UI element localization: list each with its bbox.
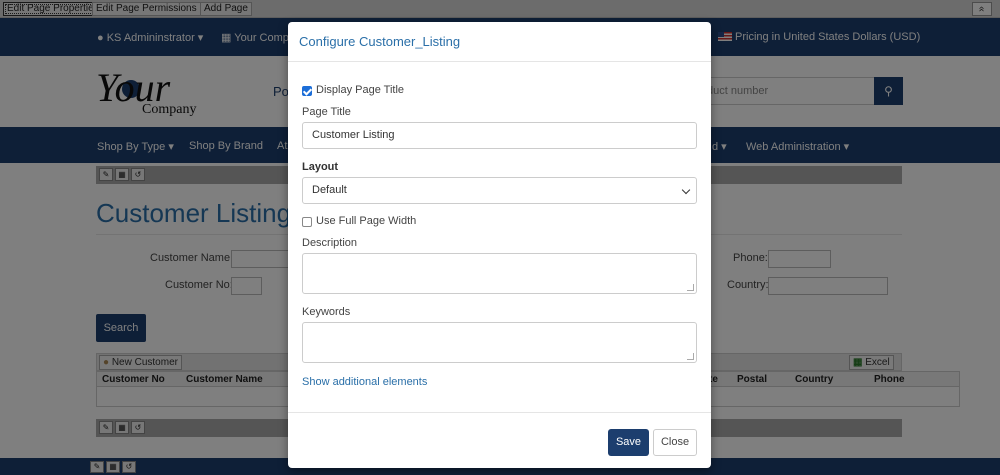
display-page-title-checkbox[interactable]: [302, 86, 312, 96]
display-page-title-label[interactable]: Display Page Title: [316, 84, 404, 96]
dialog-header: Configure Customer_Listing: [288, 22, 711, 62]
page-title-label: Page Title: [302, 106, 351, 118]
page-title-input[interactable]: Customer Listing: [302, 122, 697, 149]
save-button[interactable]: Save: [608, 429, 649, 456]
dialog-title: Configure Customer_Listing: [299, 34, 461, 49]
description-label: Description: [302, 237, 358, 249]
chevron-down-icon: [681, 185, 691, 195]
layout-select[interactable]: Default: [302, 177, 697, 204]
layout-selected-value: Default: [312, 184, 347, 196]
use-full-page-width-label[interactable]: Use Full Page Width: [316, 215, 416, 227]
dialog-footer: Save Close: [288, 412, 711, 468]
configure-page-dialog: Configure Customer_Listing Display Page …: [288, 22, 711, 468]
keywords-textarea[interactable]: [302, 322, 697, 363]
keywords-label: Keywords: [302, 306, 351, 318]
show-additional-elements-link[interactable]: Show additional elements: [302, 376, 427, 388]
close-button[interactable]: Close: [653, 429, 697, 456]
use-full-page-width-checkbox[interactable]: [302, 217, 312, 227]
description-textarea[interactable]: [302, 253, 697, 294]
layout-label: Layout: [302, 161, 339, 173]
